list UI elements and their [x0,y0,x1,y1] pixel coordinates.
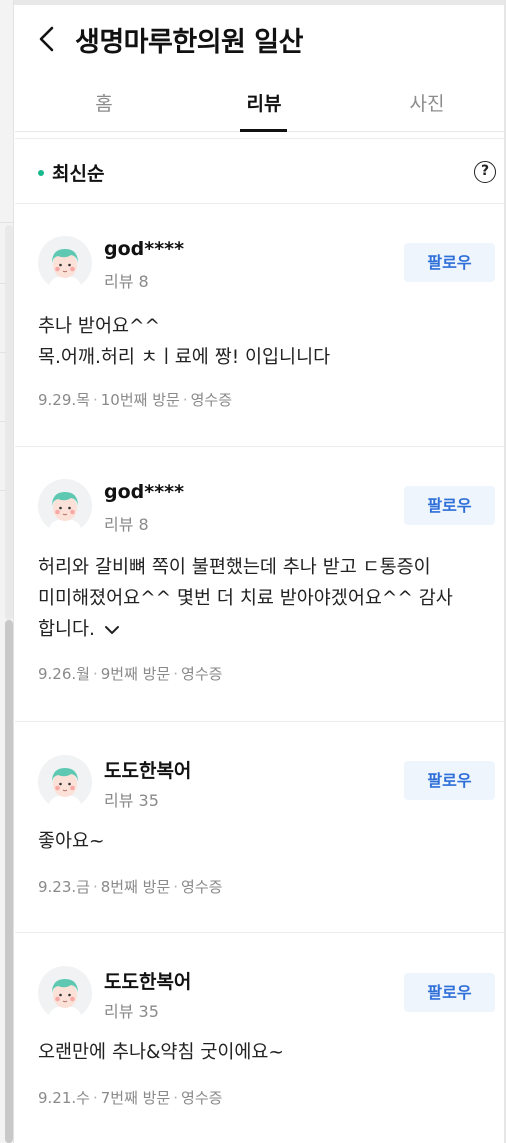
reviewer-review-count: 리뷰 8 [104,272,149,291]
follow-button[interactable]: 팔로우 [404,973,495,1012]
reviewer-nickname[interactable]: 도도한복어 [104,967,191,994]
default-avatar-icon[interactable] [38,755,92,809]
review-text[interactable]: 추나 받어요^^ 목.어깨.허리 ㅊㅣ료에 짱! 이입니니다 [38,311,488,373]
visit-info: 9.23.금 · 8번째 방문 · 영수증 [38,878,223,896]
review-text-line: 추나 받어요^^ [38,316,160,337]
default-avatar-icon[interactable] [38,236,92,290]
reviewer-review-count: 리뷰 35 [104,1002,159,1021]
review-item: 도도한복어 리뷰 35 팔로우 좋아요~ 9.23.금 · 8번째 방문 · 영수증 [15,722,504,933]
review-text-line: 미미해졌어요^^ 몇번 더 치료 받아야겠어요^^ 감사 [38,588,453,609]
visit-count: 10번째 방문 [100,391,180,409]
reviewer-review-count: 리뷰 8 [104,515,149,534]
receipt-badge: 영수증 [181,665,223,683]
visit-date: 9.29.목 [38,391,90,409]
review-text-line: 좋아요~ [38,831,105,852]
left-panel-edge [0,0,14,1143]
default-avatar-icon[interactable] [38,966,92,1020]
section-divider [15,132,504,139]
tab-photos[interactable]: 사진 [387,89,467,116]
visit-count: 8번째 방문 [100,878,171,896]
review-text-line: 목.어깨.허리 ㅊㅣ료에 짱! 이입니니다 [38,347,331,368]
page-title: 생명마루한의원 일산 [75,27,303,58]
visit-date: 9.26.월 [38,665,90,683]
chevron-left-icon [39,26,54,52]
sort-option-latest[interactable]: 최신순 [52,159,104,186]
place-review-panel: 생명마루한의원 일산 홈 리뷰 사진 최신순 ? god**** 리뷰 8 팔로… [15,5,504,1143]
receipt-badge: 영수증 [181,1089,223,1107]
visit-count: 9번째 방문 [100,665,171,683]
review-text[interactable]: 허리와 갈비뼈 쪽이 불편했는데 추나 받고 ㄷ통증이 미미해졌어요^^ 몇번 … [38,552,488,645]
review-item: god**** 리뷰 8 팔로우 추나 받어요^^ 목.어깨.허리 ㅊㅣ료에 짱… [15,204,504,447]
tab-bar: 홈 리뷰 사진 [15,75,504,132]
back-button[interactable] [33,21,63,57]
visit-info: 9.26.월 · 9번째 방문 · 영수증 [38,665,223,683]
visit-info: 9.21.수 · 7번째 방문 · 영수증 [38,1089,223,1107]
review-item: god**** 리뷰 8 팔로우 허리와 갈비뼈 쪽이 불편했는데 추나 받고 … [15,447,504,722]
visit-info: 9.29.목 · 10번째 방문 · 영수증 [38,391,232,409]
reviewer-nickname[interactable]: 도도한복어 [104,756,191,783]
follow-button[interactable]: 팔로우 [404,761,495,800]
review-text-line: 합니다. [38,619,95,640]
tab-home[interactable]: 홈 [64,89,144,116]
review-text-line: 오랜만에 추나&약침 굿이에요~ [38,1042,284,1063]
follow-button[interactable]: 팔로우 [404,243,495,282]
receipt-badge: 영수증 [181,878,223,896]
receipt-badge: 영수증 [190,391,232,409]
review-text[interactable]: 좋아요~ [38,826,488,857]
default-avatar-icon[interactable] [38,479,92,533]
sort-dot-icon [38,170,44,176]
visit-date: 9.23.금 [38,878,90,896]
reviewer-nickname[interactable]: god**** [104,238,184,260]
review-text[interactable]: 오랜만에 추나&약침 굿이에요~ [38,1037,488,1068]
reviewer-review-count: 리뷰 35 [104,791,159,810]
active-tab-indicator [240,129,287,132]
sort-bar: 최신순 ? [15,139,504,204]
review-text-line: 허리와 갈비뼈 쪽이 불편했는데 추나 받고 ㄷ통증이 [38,557,431,578]
follow-button[interactable]: 팔로우 [404,486,495,525]
question-circle-icon[interactable]: ? [474,161,496,183]
chevron-down-icon[interactable] [103,623,121,637]
tab-reviews[interactable]: 리뷰 [224,89,304,116]
review-item: 도도한복어 리뷰 35 팔로우 오랜만에 추나&약침 굿이에요~ 9.21.수 ·… [15,933,504,1138]
visit-date: 9.21.수 [38,1089,90,1107]
reviewer-nickname[interactable]: god**** [104,481,184,503]
scrollbar-thumb[interactable] [5,620,13,1143]
scrollbar-track [5,225,13,620]
header: 생명마루한의원 일산 [15,5,504,75]
visit-count: 7번째 방문 [100,1089,171,1107]
